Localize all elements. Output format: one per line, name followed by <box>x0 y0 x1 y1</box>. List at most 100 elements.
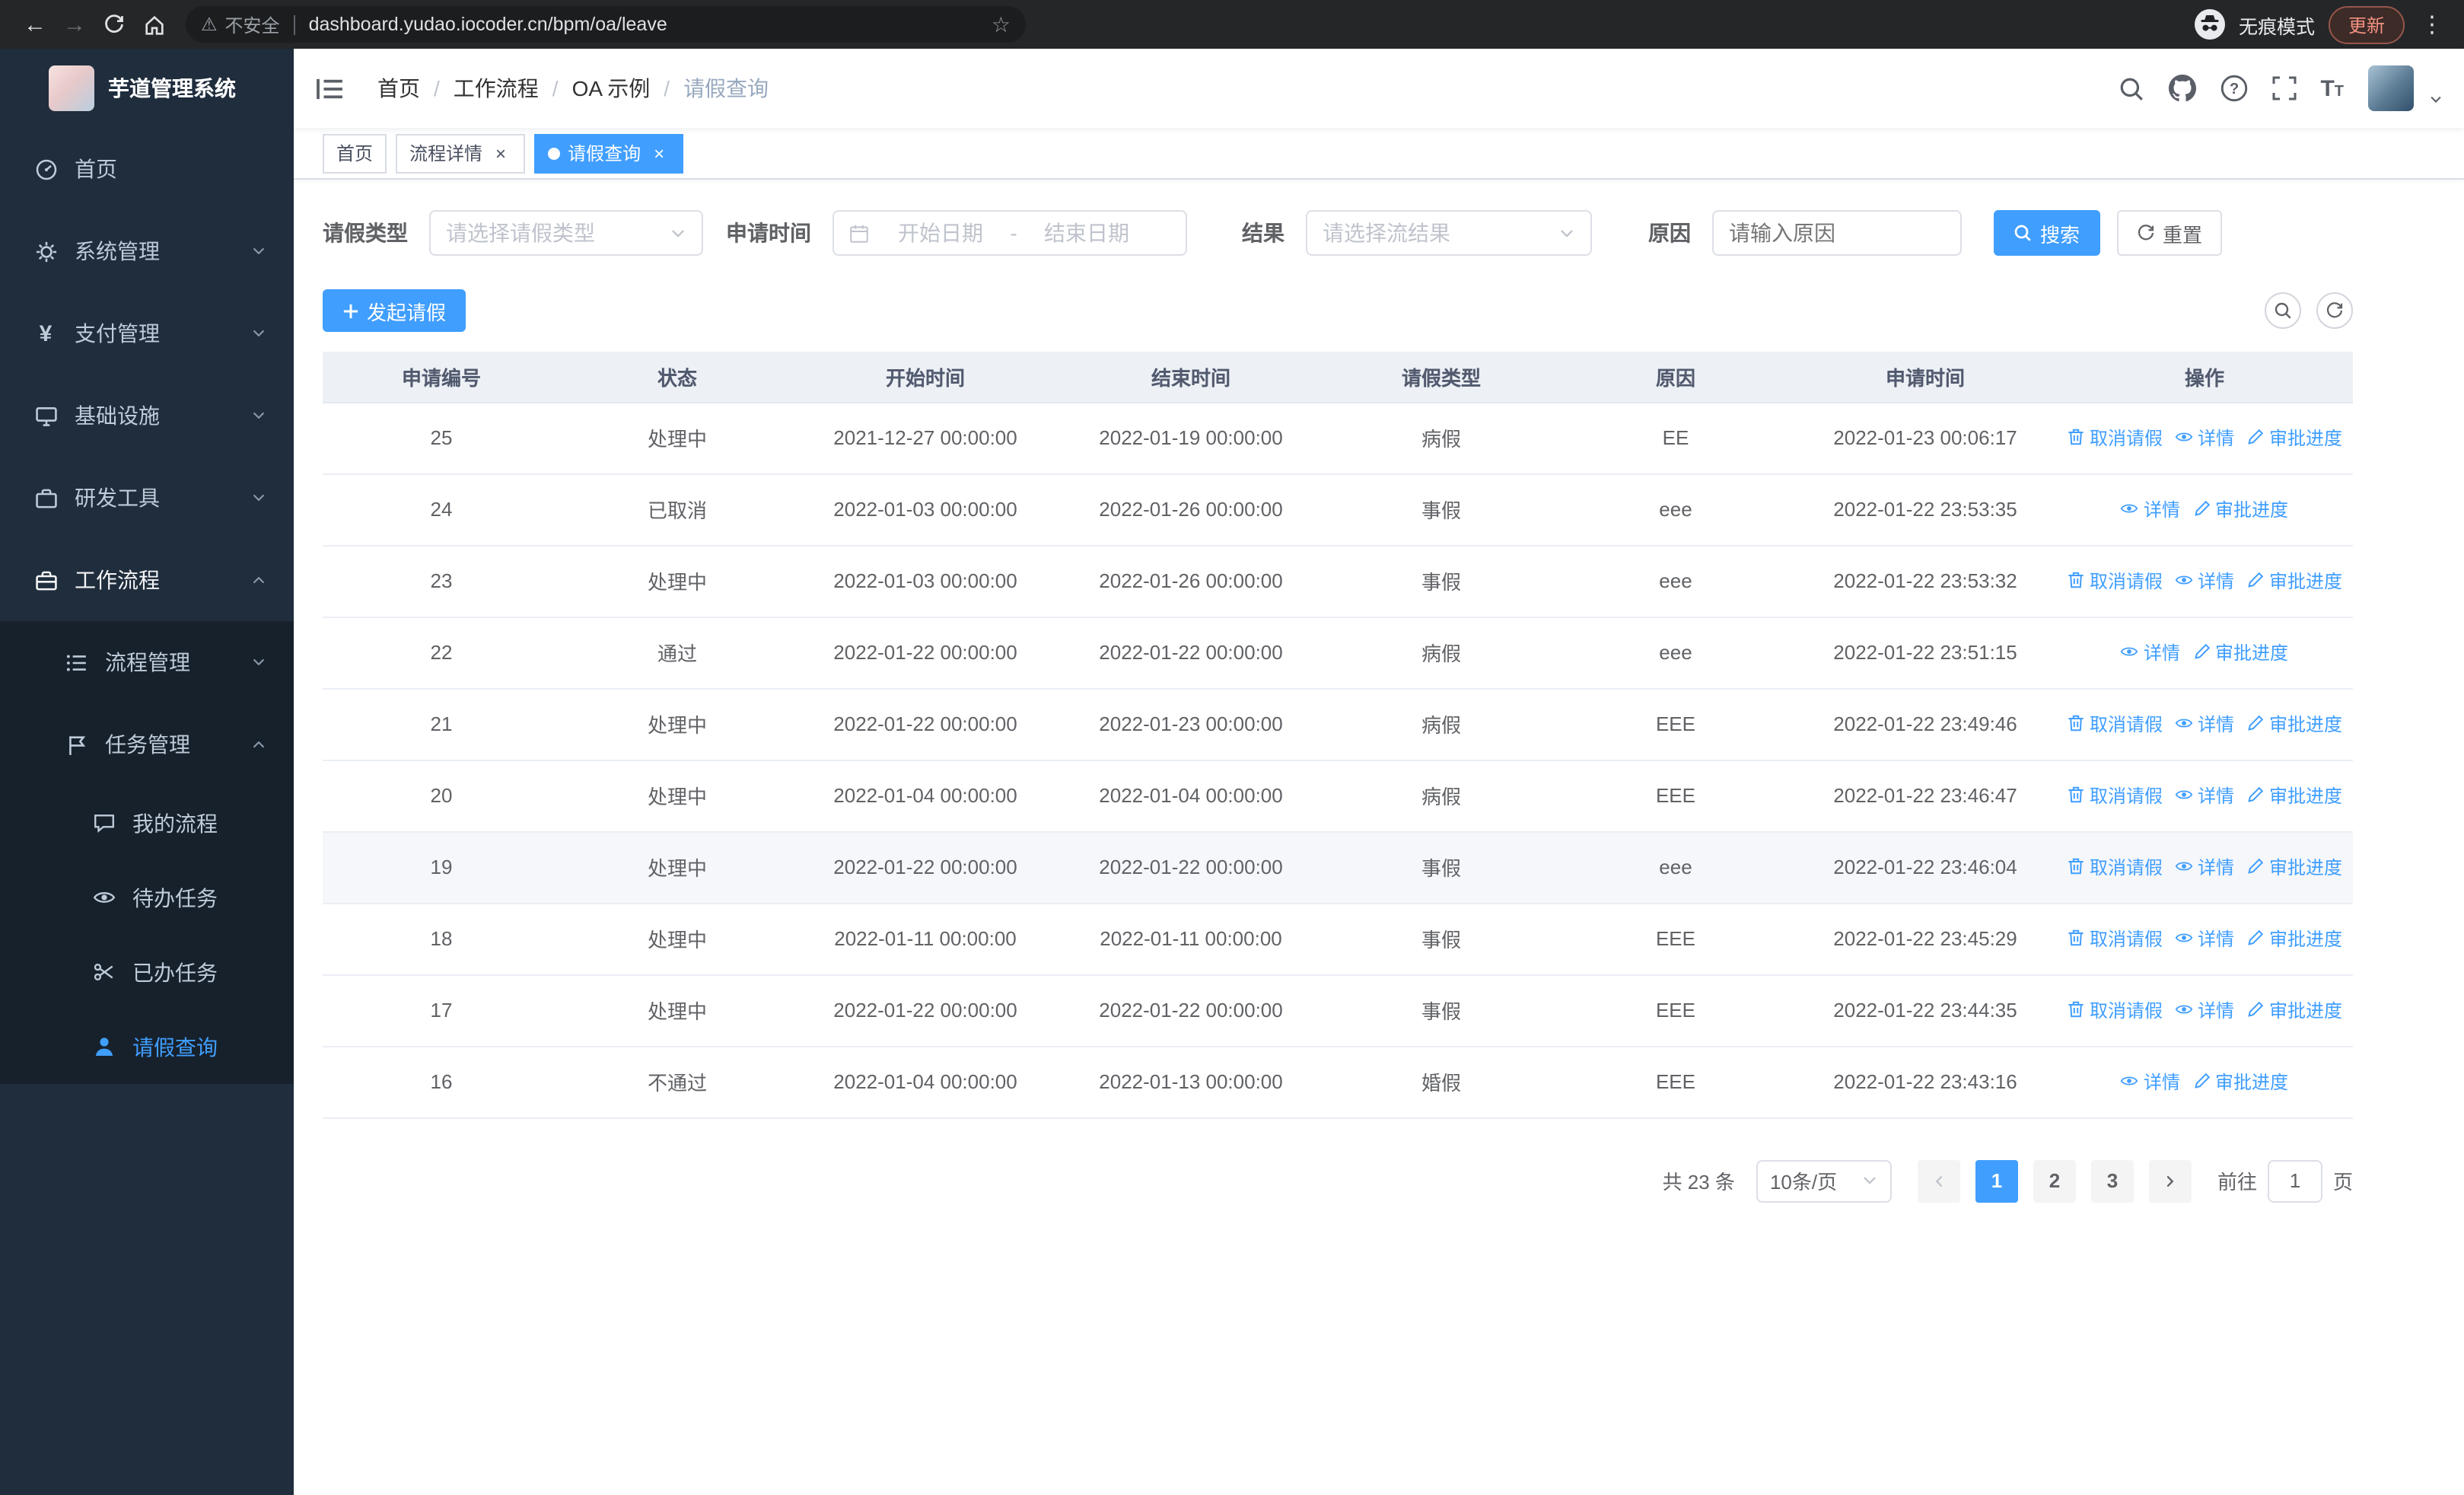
detail-action[interactable]: 详情 <box>2175 926 2234 952</box>
sidebar-item-devtools[interactable]: 研发工具 <box>0 457 294 539</box>
reason-cell: EEE <box>1557 903 1794 975</box>
gear-icon <box>33 239 58 263</box>
toggle-search-button[interactable] <box>2265 292 2301 329</box>
start-time-cell: 2022-01-03 00:00:00 <box>794 473 1056 546</box>
omnibox-divider <box>293 14 295 34</box>
reason-input[interactable] <box>1712 210 1962 256</box>
header-search-icon[interactable] <box>2118 75 2144 101</box>
cancel-leave-action[interactable]: 取消请假 <box>2067 997 2163 1023</box>
breadcrumb-item[interactable]: 工作流程 <box>454 73 539 104</box>
goto-page-input[interactable] <box>2267 1159 2322 1202</box>
sidebar-item-payment[interactable]: ¥ 支付管理 <box>0 292 294 375</box>
table-row: 19 处理中 2022-01-22 00:00:00 2022-01-22 00:00… <box>323 831 2353 904</box>
detail-action[interactable]: 详情 <box>2121 1069 2180 1095</box>
reason-input-field[interactable] <box>1729 221 1945 245</box>
cancel-leave-action[interactable]: 取消请假 <box>2067 783 2163 808</box>
reset-button[interactable]: 重置 <box>2117 210 2222 256</box>
bookmark-star-icon[interactable]: ☆ <box>992 11 1011 37</box>
detail-action[interactable]: 详情 <box>2175 854 2234 880</box>
detail-action[interactable]: 详情 <box>2175 425 2234 451</box>
application-id-cell: 19 <box>323 831 560 904</box>
approval-progress-action[interactable]: 审批进度 <box>2246 926 2342 952</box>
sidebar-item-my-process[interactable]: 我的流程 <box>0 786 294 860</box>
detail-action[interactable]: 详情 <box>2175 783 2234 808</box>
apply-time-cell: 2022-01-22 23:53:35 <box>1794 473 2056 546</box>
user-avatar[interactable] <box>2368 65 2414 111</box>
progress-edit-icon <box>2248 859 2264 875</box>
approval-progress-action[interactable]: 审批进度 <box>2192 496 2288 522</box>
sidebar-item-done-task[interactable]: 已办任务 <box>0 935 294 1009</box>
application-id-cell: 18 <box>323 903 560 975</box>
forward-icon[interactable]: → <box>55 5 94 44</box>
approval-progress-action[interactable]: 审批进度 <box>2246 997 2342 1023</box>
search-button[interactable]: 搜索 <box>1994 210 2100 256</box>
detail-action[interactable]: 详情 <box>2121 496 2180 522</box>
detail-action[interactable]: 详情 <box>2175 711 2234 737</box>
sidebar-item-label: 系统管理 <box>75 239 160 263</box>
page-button-3[interactable]: 3 <box>2090 1159 2134 1202</box>
cancel-leave-action[interactable]: 取消请假 <box>2067 711 2163 737</box>
sidebar-item-leave-query[interactable]: 请假查询 <box>0 1009 294 1084</box>
close-icon[interactable]: × <box>648 142 670 164</box>
font-size-icon[interactable]: TT <box>2320 77 2344 100</box>
end-time-cell: 2022-01-26 00:00:00 <box>1056 473 1326 546</box>
tab-leave-query[interactable]: 请假查询 × <box>534 133 684 173</box>
result-select[interactable]: 请选择流结果 <box>1306 210 1592 256</box>
col-application-id: 申请编号 <box>323 352 560 403</box>
application-id-cell: 25 <box>323 402 560 474</box>
detail-action[interactable]: 详情 <box>2175 568 2234 594</box>
sidebar-item-task-manage[interactable]: 任务管理 <box>0 703 294 786</box>
table-row: 16 不通过 2022-01-04 00:00:00 2022-01-13 00:00… <box>323 1046 2353 1118</box>
sidebar-item-workflow[interactable]: 工作流程 <box>0 539 294 621</box>
address-bar[interactable]: ⚠ 不安全 dashboard.yudao.iocoder.cn/bpm/oa/… <box>186 6 1026 43</box>
browser-menu-icon[interactable]: ⋮ <box>2418 11 2446 38</box>
cancel-leave-action[interactable]: 取消请假 <box>2067 568 2163 594</box>
sidebar-item-label: 我的流程 <box>132 811 218 835</box>
sidebar-item-system[interactable]: 系统管理 <box>0 210 294 292</box>
app-logo[interactable]: 芋道管理系统 <box>0 49 294 128</box>
update-button[interactable]: 更新 <box>2328 5 2405 43</box>
sidebar-item-infrastructure[interactable]: 基础设施 <box>0 375 294 457</box>
sidebar-item-process-manage[interactable]: 流程管理 <box>0 621 294 703</box>
sidebar-item-todo-task[interactable]: 待办任务 <box>0 860 294 935</box>
sidebar-item-label: 流程管理 <box>105 650 190 674</box>
page-size-select[interactable]: 10条/页 <box>1756 1159 1892 1202</box>
cancel-leave-action[interactable]: 取消请假 <box>2067 425 2163 451</box>
security-warning-icon[interactable]: ⚠ <box>201 14 218 35</box>
fullscreen-icon[interactable] <box>2271 76 2296 100</box>
approval-progress-action[interactable]: 审批进度 <box>2246 425 2342 451</box>
cancel-leave-action[interactable]: 取消请假 <box>2067 854 2163 880</box>
apply-time-range-picker[interactable]: 开始日期 - 结束日期 <box>832 210 1187 256</box>
approval-progress-action[interactable]: 审批进度 <box>2246 783 2342 808</box>
next-page-button[interactable] <box>2148 1159 2192 1202</box>
approval-progress-action[interactable]: 审批进度 <box>2246 854 2342 880</box>
approval-progress-action[interactable]: 审批进度 <box>2246 568 2342 594</box>
sidebar-item-home[interactable]: 首页 <box>0 128 294 210</box>
create-leave-button[interactable]: 发起请假 <box>323 289 466 332</box>
prev-page-button[interactable] <box>1917 1159 1960 1202</box>
browser-toolbar: ← → ⚠ 不安全 dashboard.yudao.iocoder.cn/bpm… <box>0 0 2464 49</box>
github-icon[interactable] <box>2168 75 2196 102</box>
close-icon[interactable]: × <box>490 142 511 164</box>
reload-icon[interactable] <box>94 5 134 44</box>
cancel-leave-action[interactable]: 取消请假 <box>2067 926 2163 952</box>
leave-type-select[interactable]: 请选择请假类型 <box>429 210 703 256</box>
sidebar-toggle-icon[interactable] <box>294 49 365 128</box>
breadcrumb-item[interactable]: OA 示例 <box>572 73 651 104</box>
back-icon[interactable]: ← <box>15 5 55 44</box>
approval-progress-action[interactable]: 审批进度 <box>2192 1069 2288 1095</box>
browser-home-icon[interactable] <box>134 5 173 44</box>
tab-process-detail[interactable]: 流程详情 × <box>396 133 526 173</box>
detail-action[interactable]: 详情 <box>2121 639 2180 665</box>
help-icon[interactable]: ? <box>2220 75 2247 102</box>
tab-home[interactable]: 首页 <box>323 133 387 173</box>
refresh-table-button[interactable] <box>2316 292 2353 329</box>
page-button-1[interactable]: 1 <box>1975 1159 2018 1202</box>
approval-progress-action[interactable]: 审批进度 <box>2192 639 2288 665</box>
approval-progress-action[interactable]: 审批进度 <box>2246 711 2342 737</box>
detail-action[interactable]: 详情 <box>2175 997 2234 1023</box>
avatar-caret-icon[interactable] <box>2429 93 2443 107</box>
devtools-briefcase-icon <box>33 486 58 510</box>
page-button-2[interactable]: 2 <box>2033 1159 2076 1202</box>
breadcrumb-item[interactable]: 首页 <box>377 73 420 104</box>
